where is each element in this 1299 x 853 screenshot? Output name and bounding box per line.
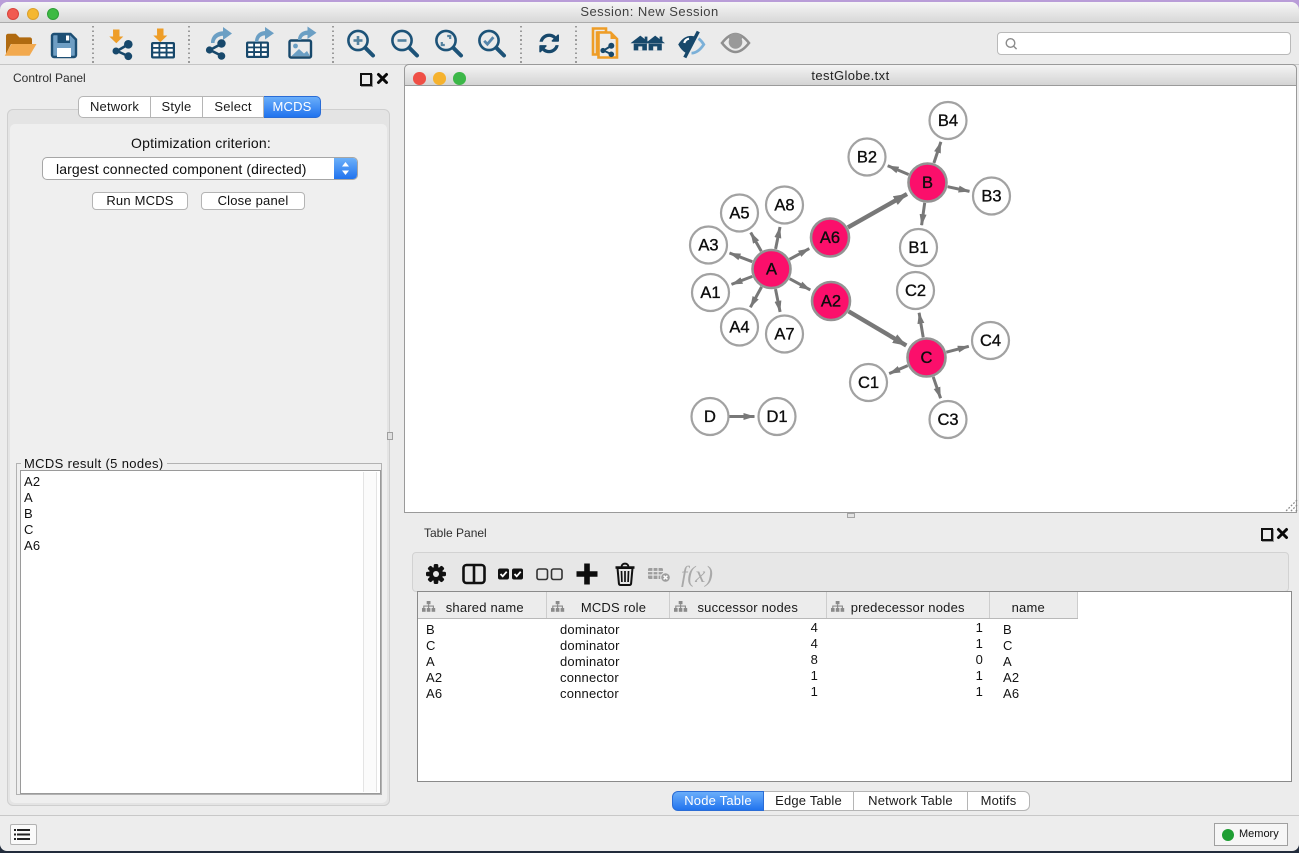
svg-text:C2: C2 — [905, 282, 926, 300]
svg-text:B3: B3 — [981, 188, 1001, 206]
svg-text:A6: A6 — [820, 229, 840, 247]
svg-text:B2: B2 — [857, 149, 877, 167]
svg-text:A4: A4 — [729, 319, 749, 337]
svg-text:B1: B1 — [908, 239, 928, 257]
svg-text:A7: A7 — [774, 326, 794, 344]
svg-text:A: A — [766, 261, 777, 279]
svg-text:C1: C1 — [858, 374, 879, 392]
svg-text:D1: D1 — [766, 408, 787, 426]
svg-text:f(x): f(x) — [681, 562, 713, 587]
svg-text:A5: A5 — [729, 205, 749, 223]
svg-text:A1: A1 — [700, 284, 720, 302]
svg-text:C4: C4 — [980, 332, 1001, 350]
svg-text:D: D — [704, 408, 716, 426]
svg-text:A3: A3 — [698, 237, 718, 255]
svg-text:C: C — [921, 349, 933, 367]
svg-text:C3: C3 — [937, 411, 958, 429]
svg-text:A8: A8 — [774, 197, 794, 215]
svg-text:B4: B4 — [938, 112, 958, 130]
svg-text:A2: A2 — [821, 293, 841, 311]
svg-text:B: B — [922, 174, 933, 192]
